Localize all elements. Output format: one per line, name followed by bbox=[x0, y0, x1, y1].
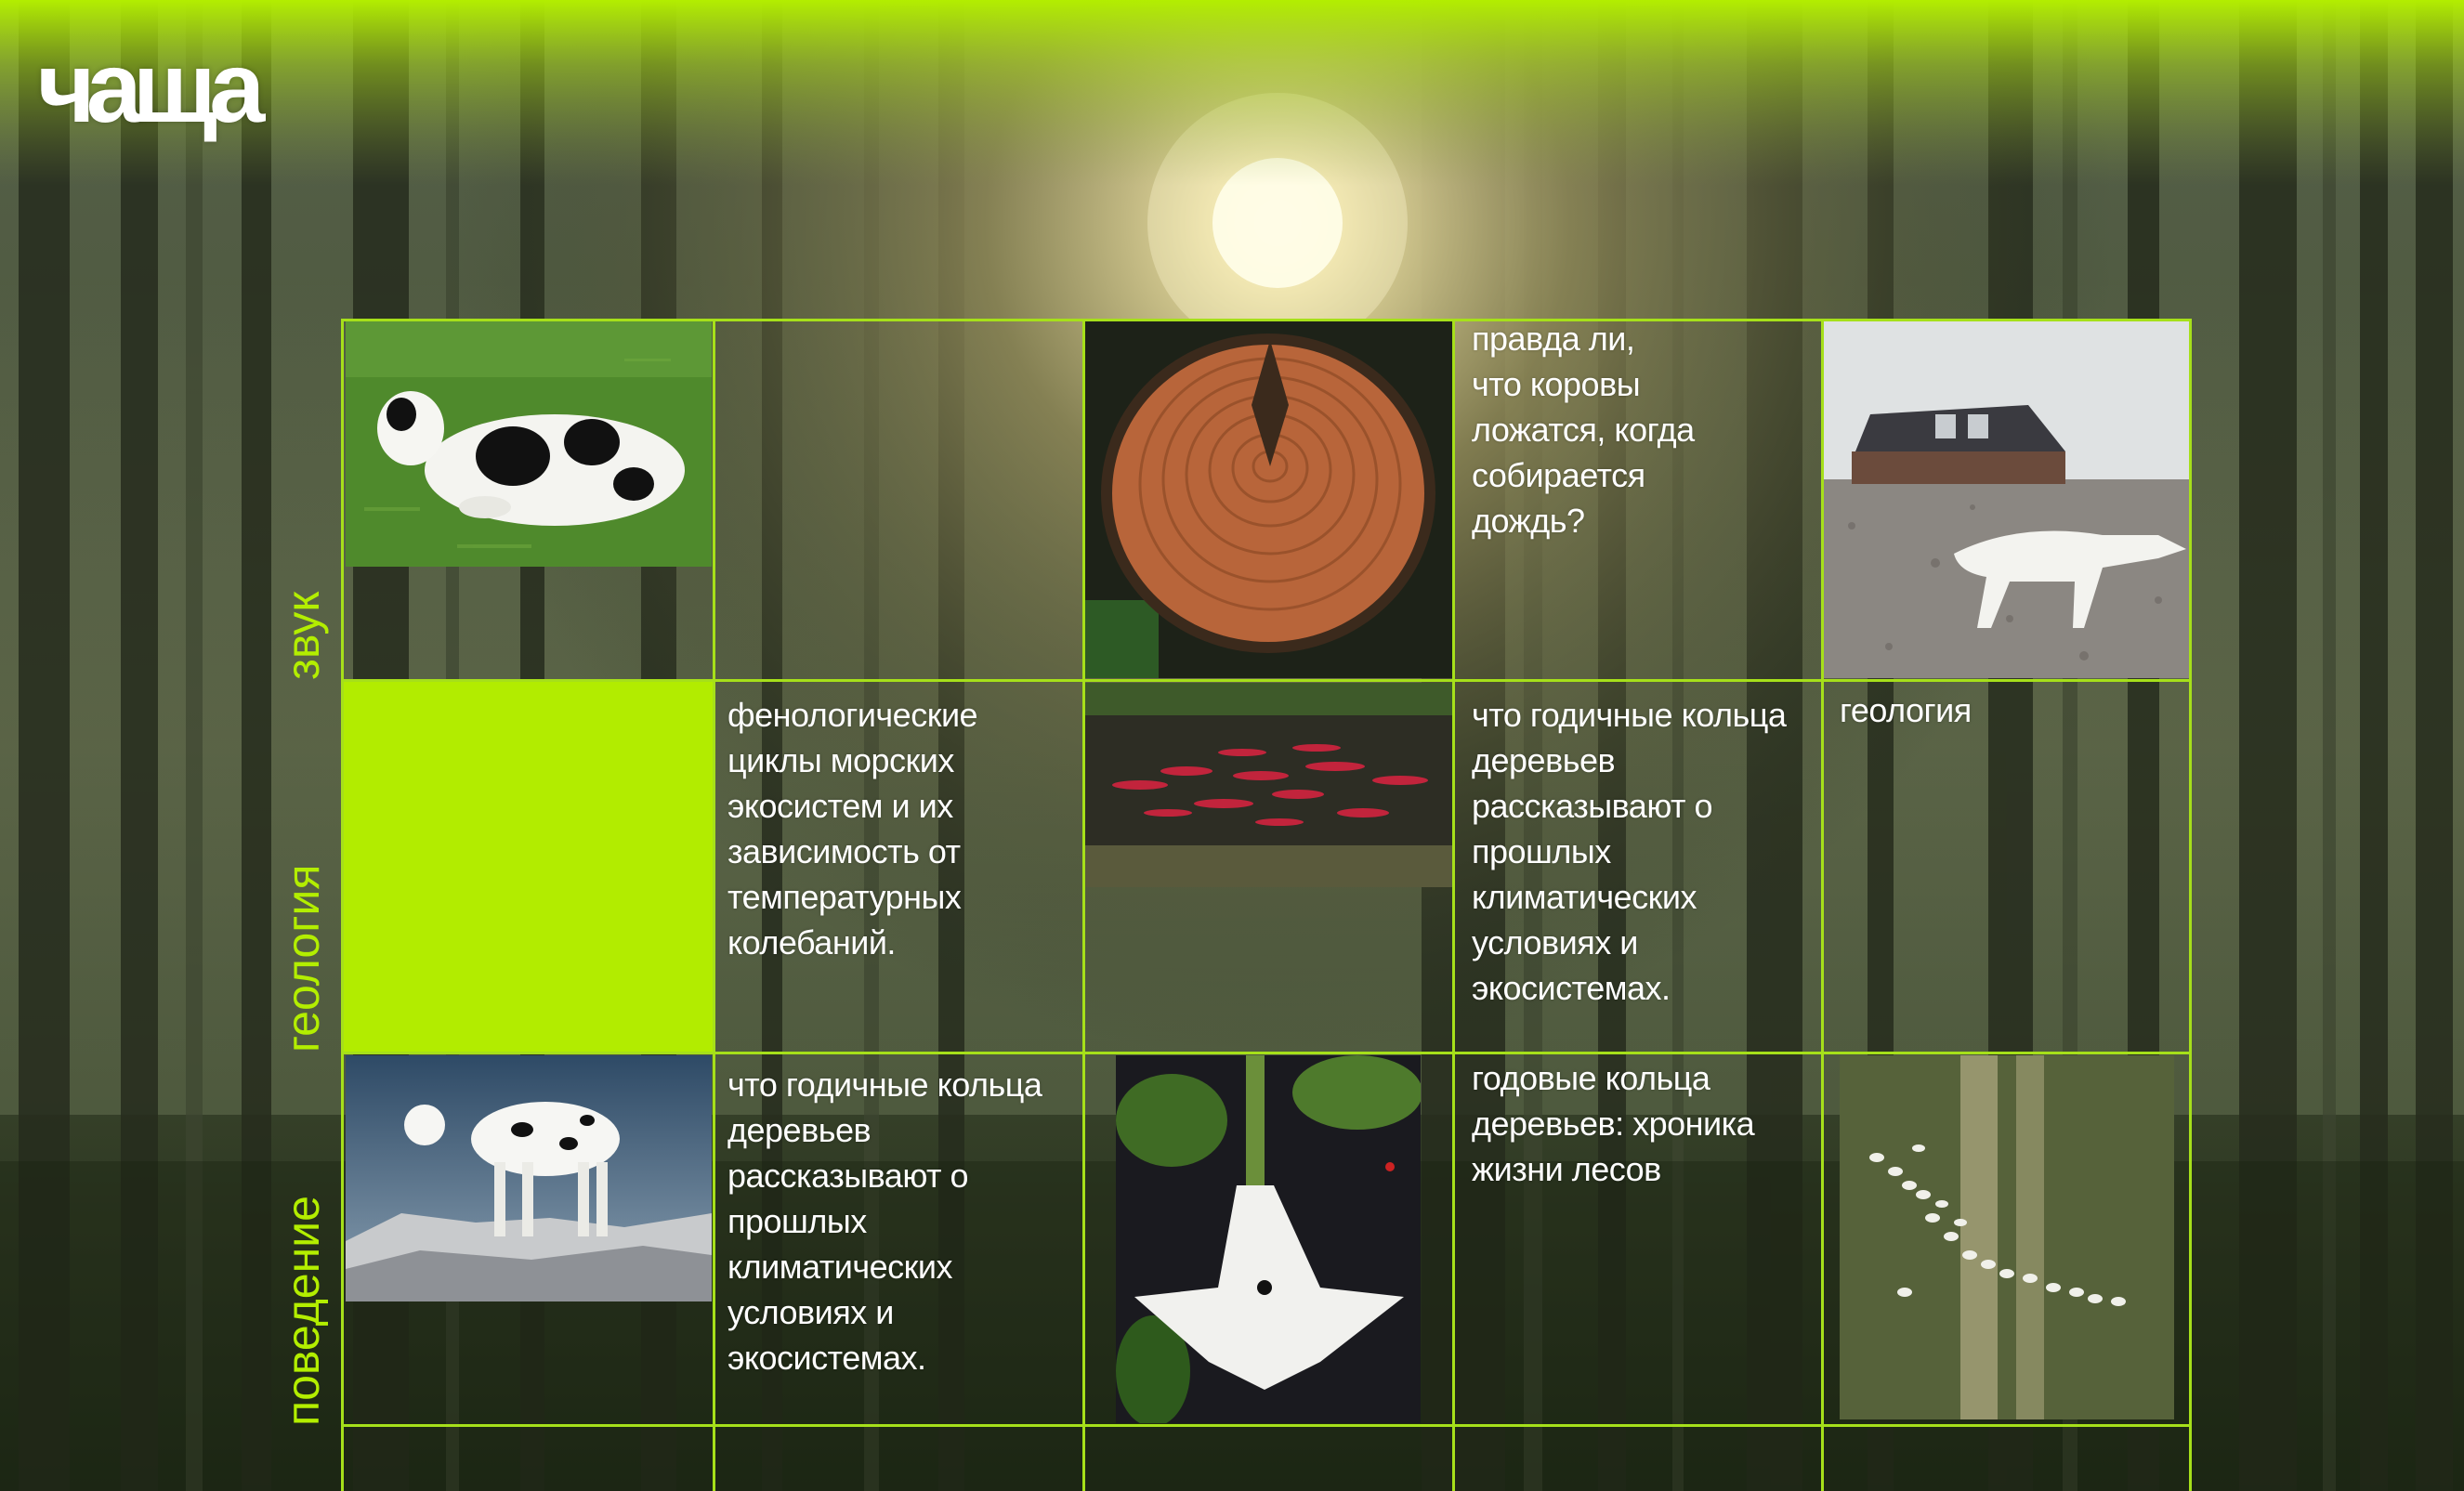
cell-text-annual-rings: годовые кольца деревьев: хроника жизни л… bbox=[1472, 1059, 1755, 1188]
grid-line bbox=[342, 1052, 2191, 1054]
grid-line bbox=[341, 319, 344, 1491]
white-wolf-image[interactable] bbox=[1824, 321, 2189, 678]
cell-text-marine-cycles: фенологические циклы морских экосистем и… bbox=[727, 696, 978, 961]
cell-text-geology: геология bbox=[1840, 691, 1972, 729]
grid-line bbox=[342, 679, 2191, 682]
grid-line bbox=[2189, 319, 2192, 1491]
cell-text-cows-rain: правда ли, что коровы ложатся, когда соб… bbox=[1472, 320, 1695, 540]
sheep-aerial-image[interactable] bbox=[1840, 1055, 2174, 1419]
cell-text-tree-rings-climate: что годичные кольца деревьев рассказываю… bbox=[1472, 696, 1787, 1007]
grid-line bbox=[1821, 319, 1824, 1491]
grid-line bbox=[1452, 319, 1455, 1491]
salmon-river-image[interactable] bbox=[1084, 683, 1452, 887]
cow-lying-image[interactable] bbox=[346, 321, 712, 567]
tree-rings-image[interactable] bbox=[1084, 321, 1452, 678]
content-grid: правда ли, что коровы ложатся, когда соб… bbox=[0, 0, 2464, 1491]
cell-text-tree-rings-climate-2: что годичные кольца деревьев рассказываю… bbox=[727, 1066, 1042, 1377]
grid-line bbox=[713, 319, 715, 1491]
grid-line bbox=[342, 1424, 2191, 1427]
cow-standing-image[interactable] bbox=[346, 1055, 712, 1301]
accent-cell bbox=[343, 680, 714, 1053]
grid-line bbox=[342, 319, 2191, 321]
grid-line bbox=[1082, 319, 1085, 1491]
trumpet-flower-image[interactable] bbox=[1116, 1055, 1421, 1423]
